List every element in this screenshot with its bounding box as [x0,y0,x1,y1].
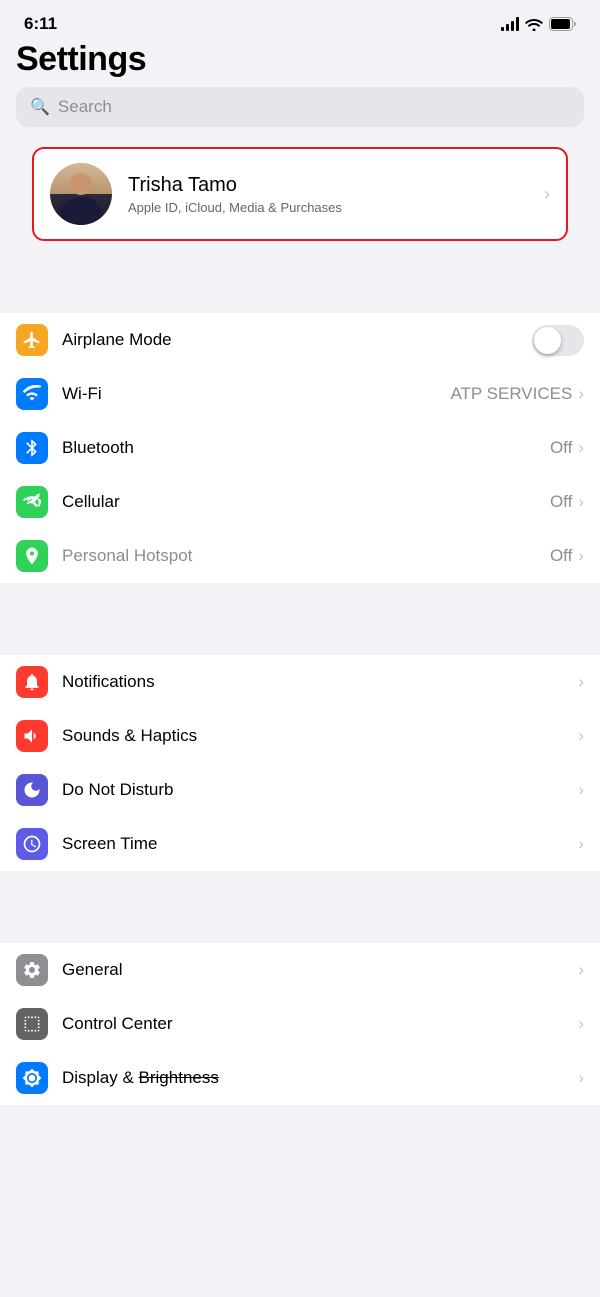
profile-chevron-icon: › [544,184,550,205]
bluetooth-row[interactable]: Bluetooth Off › [0,421,600,475]
general-icon [16,954,48,986]
avatar [50,163,112,225]
hotspot-row[interactable]: Personal Hotspot Off › [0,529,600,583]
dnd-row[interactable]: Do Not Disturb › [0,763,600,817]
signal-icon [501,17,519,31]
dnd-chevron-icon: › [578,780,584,800]
toggle-thumb [534,327,561,354]
cellular-chevron-icon: › [578,492,584,512]
search-bar[interactable]: 🔍 Search [16,87,584,127]
status-bar: 6:11 [0,0,600,40]
airplane-mode-label: Airplane Mode [62,330,532,350]
notifications-row[interactable]: Notifications › [0,655,600,709]
control-center-icon [16,1008,48,1040]
display-chevron-icon: › [578,1068,584,1088]
notifications-label: Notifications [62,672,578,692]
hotspot-value: Off [550,546,572,566]
wifi-value: ATP SERVICES [450,384,572,404]
cellular-icon [16,486,48,518]
bluetooth-label: Bluetooth [62,438,550,458]
wifi-label: Wi-Fi [62,384,450,404]
bluetooth-icon [16,432,48,464]
hotspot-label: Personal Hotspot [62,546,550,566]
general-label: General [62,960,578,980]
bluetooth-value: Off [550,438,572,458]
general-chevron-icon: › [578,960,584,980]
airplane-mode-icon [16,324,48,356]
control-center-row[interactable]: Control Center › [0,997,600,1051]
control-center-label: Control Center [62,1014,578,1034]
airplane-mode-row[interactable]: Airplane Mode [0,313,600,367]
display-row[interactable]: Display & Brightness › [0,1051,600,1105]
battery-icon [549,17,576,31]
wifi-row[interactable]: Wi-Fi ATP SERVICES › [0,367,600,421]
cellular-value: Off [550,492,572,512]
screen-time-icon [16,828,48,860]
profile-row[interactable]: Trisha Tamo Apple ID, iCloud, Media & Pu… [34,149,566,239]
page-header: Settings [0,40,600,79]
status-icons [501,17,576,31]
profile-card[interactable]: Trisha Tamo Apple ID, iCloud, Media & Pu… [32,147,568,241]
bluetooth-chevron-icon: › [578,438,584,458]
cellular-label: Cellular [62,492,550,512]
connectivity-group: Airplane Mode Wi-Fi ATP SERVICES › [0,313,600,583]
avatar-image [50,163,112,225]
dnd-label: Do Not Disturb [62,780,578,800]
notifications-chevron-icon: › [578,672,584,692]
wifi-icon [16,378,48,410]
status-time: 6:11 [24,14,57,34]
screen-time-row[interactable]: Screen Time › [0,817,600,871]
hotspot-icon [16,540,48,572]
notifications-icon [16,666,48,698]
profile-section-wrapper: Trisha Tamo Apple ID, iCloud, Media & Pu… [0,139,600,241]
screen-time-chevron-icon: › [578,834,584,854]
profile-name: Trisha Tamo [128,174,536,197]
search-placeholder: Search [58,97,112,117]
screen-time-label: Screen Time [62,834,578,854]
profile-subtitle: Apple ID, iCloud, Media & Purchases [128,200,536,215]
search-container: 🔍 Search [0,79,600,139]
sounds-label: Sounds & Haptics [62,726,578,746]
page-title: Settings [16,40,584,79]
wifi-status-icon [525,17,543,31]
control-center-chevron-icon: › [578,1014,584,1034]
sounds-icon [16,720,48,752]
profile-info: Trisha Tamo Apple ID, iCloud, Media & Pu… [128,174,536,215]
display-icon [16,1062,48,1094]
wifi-chevron-icon: › [578,384,584,404]
search-icon: 🔍 [30,97,50,117]
hotspot-chevron-icon: › [578,546,584,566]
display-label: Display & Brightness [62,1068,578,1088]
notifications-group: Notifications › Sounds & Haptics › Do No… [0,655,600,871]
general-row[interactable]: General › [0,943,600,997]
airplane-mode-toggle[interactable] [532,325,584,356]
cellular-row[interactable]: Cellular Off › [0,475,600,529]
sounds-row[interactable]: Sounds & Haptics › [0,709,600,763]
system-group: General › Control Center › Display & Bri… [0,943,600,1105]
sounds-chevron-icon: › [578,726,584,746]
dnd-icon [16,774,48,806]
